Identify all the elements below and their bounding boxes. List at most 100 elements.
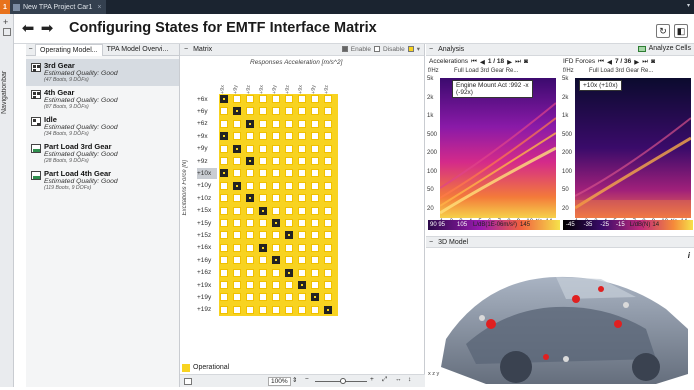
matrix-cell[interactable] — [272, 181, 280, 190]
fit-width-icon[interactable]: ↔ — [395, 376, 402, 383]
zoom-out-icon[interactable]: − — [305, 376, 309, 383]
matrix-cell[interactable] — [220, 206, 228, 215]
matrix-cell[interactable] — [246, 194, 254, 203]
matrix-cell[interactable] — [259, 169, 267, 178]
matrix-cell[interactable] — [259, 293, 267, 302]
matrix-cell[interactable] — [233, 268, 241, 277]
matrix-cell[interactable] — [220, 256, 228, 265]
matrix-cell[interactable] — [259, 194, 267, 203]
operating-state-item[interactable]: Part Load 4th Gear Estimated Quality: Go… — [26, 167, 179, 194]
matrix-cell[interactable] — [324, 132, 332, 141]
matrix-cell[interactable] — [298, 107, 306, 116]
matrix-cell[interactable] — [272, 169, 280, 178]
next-icon[interactable]: ▶ — [507, 58, 512, 66]
matrix-cell[interactable] — [298, 206, 306, 215]
matrix-cell[interactable] — [246, 293, 254, 302]
enable-icon[interactable] — [341, 46, 348, 52]
row-header[interactable]: +15z — [197, 230, 217, 241]
matrix-cell[interactable] — [272, 119, 280, 128]
column-header[interactable]: +9z — [285, 74, 295, 94]
row-header[interactable]: +9x — [197, 131, 217, 142]
matrix-cell[interactable] — [298, 243, 306, 252]
matrix-cell[interactable] — [233, 95, 241, 103]
matrix-cell[interactable] — [233, 157, 241, 165]
matrix-cell[interactable] — [272, 243, 280, 252]
matrix-cell[interactable] — [259, 206, 267, 215]
matrix-cell[interactable] — [285, 219, 293, 227]
matrix-cell[interactable] — [311, 107, 319, 116]
row-header[interactable]: +9y — [197, 143, 217, 154]
row-header[interactable]: +19z — [197, 304, 217, 315]
matrix-cell[interactable] — [233, 169, 241, 178]
matrix-cell[interactable] — [311, 169, 319, 178]
matrix-cell[interactable] — [285, 157, 293, 165]
matrix-cell[interactable] — [285, 243, 293, 252]
matrix-cell[interactable] — [233, 181, 241, 190]
row-header[interactable]: +10y — [197, 180, 217, 191]
matrix-cell[interactable] — [311, 95, 319, 103]
matrix-cell[interactable] — [298, 293, 306, 302]
matrix-cell[interactable] — [259, 144, 267, 153]
matrix-cell[interactable] — [246, 305, 254, 314]
matrix-cell[interactable] — [298, 95, 306, 103]
zoom-input[interactable]: 100% — [268, 377, 291, 386]
row-header[interactable]: +6x — [197, 94, 217, 105]
column-header[interactable]: +9x — [298, 74, 308, 94]
matrix-cell[interactable] — [324, 144, 332, 153]
matrix-cell[interactable] — [246, 169, 254, 178]
matrix-cell[interactable] — [259, 243, 267, 252]
refresh-button[interactable]: ↻ — [656, 24, 670, 38]
matrix-cell[interactable] — [324, 169, 332, 178]
enable-label[interactable]: Enable — [351, 46, 371, 53]
dropdown-icon[interactable]: ▾ — [417, 45, 420, 53]
matrix-cell[interactable] — [259, 107, 267, 116]
matrix-cell[interactable] — [324, 95, 332, 103]
matrix-cell[interactable] — [246, 256, 254, 265]
matrix-cell[interactable] — [311, 119, 319, 128]
row-header[interactable]: +15x — [197, 205, 217, 216]
matrix-cell[interactable] — [324, 119, 332, 128]
matrix-cell[interactable] — [311, 181, 319, 190]
matrix-cell[interactable] — [233, 107, 241, 116]
column-header[interactable]: +9z — [324, 74, 334, 94]
matrix-cell[interactable] — [259, 181, 267, 190]
operating-state-item[interactable]: 4th Gear Estimated Quality: Good (87 Boo… — [26, 86, 179, 113]
matrix-cell[interactable] — [298, 157, 306, 165]
matrix-cell[interactable] — [311, 293, 319, 302]
matrix-cell[interactable] — [233, 144, 241, 153]
matrix-cell[interactable] — [285, 107, 293, 116]
model-3d-viewport[interactable]: x z y i — [426, 249, 694, 388]
matrix-cell[interactable] — [246, 281, 254, 289]
prev-icon[interactable]: ◀ — [480, 58, 485, 66]
matrix-cell[interactable] — [285, 256, 293, 265]
pin-icon[interactable] — [3, 28, 11, 36]
disable-checkbox[interactable] — [374, 46, 381, 52]
matrix-cell[interactable] — [272, 256, 280, 265]
matrix-cell[interactable] — [311, 194, 319, 203]
matrix-cell[interactable] — [220, 194, 228, 203]
matrix-cell[interactable] — [285, 144, 293, 153]
matrix-cell[interactable] — [272, 157, 280, 165]
matrix-cell[interactable] — [246, 243, 254, 252]
matrix-cell[interactable] — [220, 268, 228, 277]
matrix-cell[interactable] — [272, 107, 280, 116]
matrix-cell[interactable] — [311, 305, 319, 314]
matrix-cell[interactable] — [233, 206, 241, 215]
matrix-cell[interactable] — [324, 243, 332, 252]
first-icon[interactable]: ⏮ — [471, 58, 477, 66]
matrix-cell[interactable] — [272, 95, 280, 103]
matrix-cell[interactable] — [272, 231, 280, 240]
matrix-cell[interactable] — [233, 256, 241, 265]
tab-overflow-icon[interactable]: ▾ — [687, 2, 690, 9]
matrix-cell[interactable] — [285, 95, 293, 103]
layout-button[interactable]: ◧ — [674, 24, 688, 38]
camera-icon[interactable]: ◙ — [651, 58, 655, 65]
matrix-cell[interactable] — [233, 219, 241, 227]
matrix-cell[interactable] — [233, 281, 241, 289]
zoom-in-icon[interactable]: + — [370, 376, 374, 383]
matrix-cell[interactable] — [259, 219, 267, 227]
tab-operating-model[interactable]: Operating Model... — [35, 43, 103, 56]
matrix-cell[interactable] — [220, 181, 228, 190]
matrix-cell[interactable] — [272, 268, 280, 277]
back-arrow-icon[interactable]: ⬅ — [20, 21, 36, 37]
